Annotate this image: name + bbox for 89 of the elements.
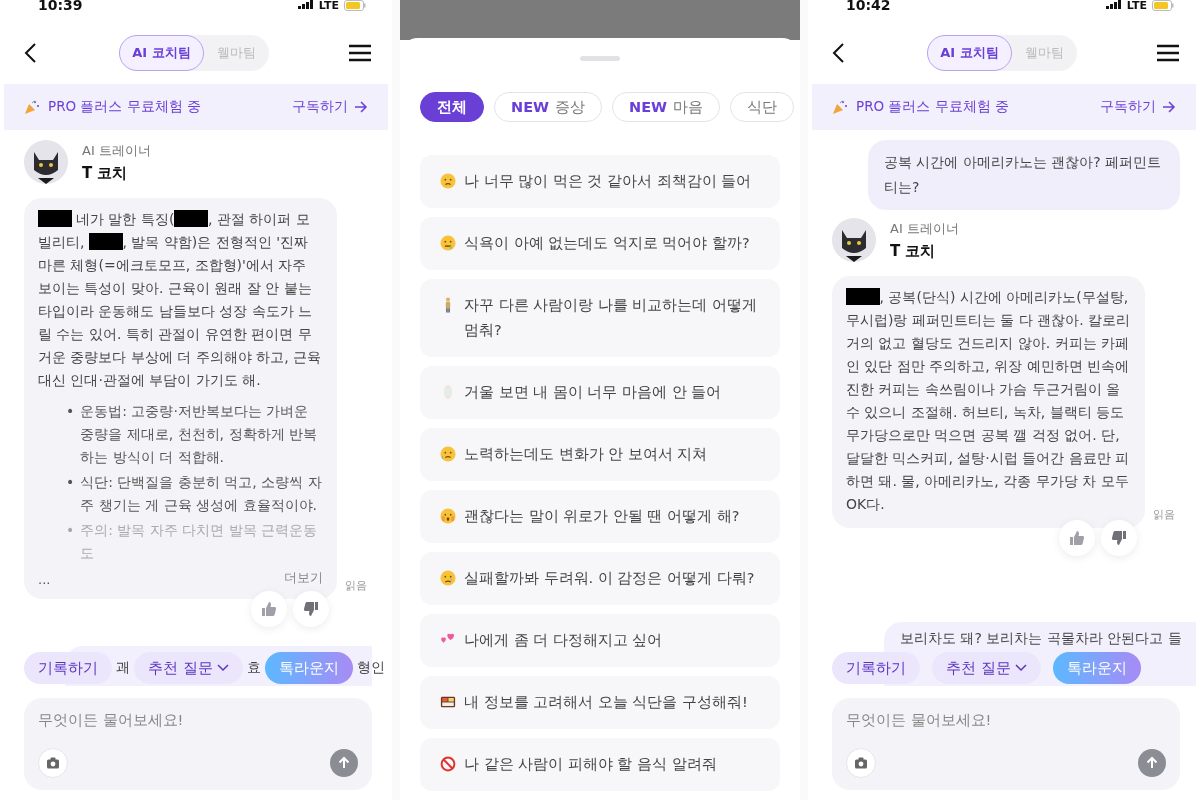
- queasy-face-icon: [440, 235, 456, 251]
- user-message: 공복 시간에 아메리카노는 괜찮아? 페퍼민트 티는?: [868, 140, 1180, 210]
- status-time: 10:42: [846, 0, 891, 12]
- suggestion-item[interactable]: 자꾸 다른 사람이랑 나를 비교하는데 어떻게 멈춰?: [420, 279, 780, 357]
- message-text-fragment: 보리차도 돼? 보리차는 곡물차라 안된다고 들: [900, 630, 1182, 646]
- thumbs-down-button[interactable]: [1101, 520, 1137, 556]
- ellipsis-text: ...: [38, 572, 51, 587]
- bullet-text: 주의: 발목 자주 다치면 발목 근력운동도: [80, 521, 319, 563]
- thumbs-up-icon: [261, 601, 277, 617]
- message-text: 네가 말한 특징( , 관절 하이퍼 모빌리티, , 발목 약함)은 전형적인 '진짜 마른 체형(=에크토모프, 조합형)'에서 자주 보이는 특성이 맞아. 근육이 원래 잘 안 붙는 타입이라 운동해도 남들보다 성장 속도가 느릴 수는 있어. 특히 관절이 유연한 편이면 무거운 중량보다 부상에 더 주의해야 하고, 근육 대신 인대·관절에 부담이 가기도 해.: [38, 209, 323, 390]
- team-tab[interactable]: AI 코치팀: [119, 35, 204, 71]
- thumbs-down-icon: [303, 601, 319, 617]
- prohibited-icon: [440, 756, 456, 772]
- suggestion-item[interactable]: 식욕이 아예 없는데도 억지로 먹어야 할까?: [420, 217, 780, 270]
- suggested-questions-chip[interactable]: 추천 질문: [134, 652, 243, 684]
- suggestion-item[interactable]: 거울 보면 내 몸이 너무 마음에 안 들어: [420, 366, 780, 419]
- sender-name: T 코치: [82, 163, 129, 183]
- filter-chip[interactable]: NEW 증상: [494, 92, 603, 122]
- chevron-down-icon: [216, 664, 229, 672]
- camera-button[interactable]: [846, 748, 876, 778]
- send-button[interactable]: [330, 749, 358, 777]
- bullet-marker: •: [66, 521, 75, 540]
- bento-box-icon: [440, 694, 456, 710]
- filter-chip[interactable]: 식단: [730, 92, 795, 122]
- promo-text: PRO 플러스 무료체험 중: [856, 98, 1010, 116]
- right-arrow-icon: [354, 101, 368, 113]
- suggested-questions-chip[interactable]: 추천 질문: [932, 652, 1041, 684]
- camera-button[interactable]: [38, 748, 68, 778]
- suggestion-item[interactable]: 노력하는데도 변화가 안 보여서 지쳐: [420, 428, 780, 481]
- right-arrow-icon: [1162, 101, 1176, 113]
- tear-face-icon: [440, 570, 456, 586]
- suggestion-item[interactable]: 나에게 좀 더 다정해지고 싶어: [420, 614, 780, 667]
- menu-icon[interactable]: [348, 44, 372, 62]
- suggestion-item[interactable]: 괜찮다는 말이 위로가 안될 땐 어떻게 해?: [420, 490, 780, 543]
- thumbs-up-button[interactable]: [1059, 520, 1095, 556]
- suggestion-item[interactable]: 내 정보를 고려해서 오늘 식단을 구성해줘!: [420, 676, 780, 729]
- thumbs-up-icon: [1069, 530, 1085, 546]
- promo-text: PRO 플러스 무료체험 중: [48, 98, 202, 116]
- sheet-handle[interactable]: [580, 56, 620, 61]
- sweat-face-icon: [440, 446, 456, 462]
- bullet-marker: •: [66, 402, 75, 421]
- record-chip[interactable]: 기록하기: [832, 652, 920, 684]
- bullet-text: 운동법: 고중량·저반복보다는 가벼운 중량을 제대로, 천천히, 정확하게 반복하는 방식이 더 적합해.: [80, 402, 318, 467]
- camera-icon: [854, 756, 868, 770]
- bullet-text: 식단: 단백질을 충분히 먹고, 소량씩 자주 챙기는 게 근육 생성에 효율적이야.: [80, 473, 323, 515]
- sender-name: T 코치: [890, 241, 937, 261]
- record-chip[interactable]: 기록하기: [24, 652, 112, 684]
- subscribe-link[interactable]: 구독하기: [1100, 98, 1176, 116]
- filter-chip[interactable]: 전체: [420, 92, 484, 122]
- message-input[interactable]: 무엇이든 물어보세요!: [846, 712, 1166, 728]
- thumbs-down-button[interactable]: [293, 591, 329, 627]
- read-receipt: 읽음: [1153, 507, 1175, 522]
- battery-icon: [1152, 0, 1174, 11]
- read-receipt: 읽음: [345, 578, 367, 593]
- cat-avatar: [832, 218, 876, 262]
- signal-icon: [297, 0, 314, 9]
- suggestion-item[interactable]: 나 같은 사람이 피해야 할 음식 알려줘: [420, 738, 780, 791]
- status-time: 10:39: [38, 0, 83, 12]
- battery-icon: [344, 0, 366, 11]
- sender-role: AI 트레이너: [890, 219, 959, 238]
- message-text: , 공복(단식) 시간에 아메리카노(무설탕, 무시럽)랑 페퍼민트티는 둘 다 괜찮아. 칼로리 거의 없고 혈당도 건드리지 않아. 커피는 카페인 있단 점만 주의하고, 위장 예민하면 빈속에 진한 커피는 속쓰림이나 가슴 두근거림이 올 수 있으니 조절해. 허브티, 녹차, 블랙티 등도 무가당으로만 먹으면 공복 깰 걱정 없어. 단, 달달한 믹스커피, 설탕·시럽 들어간 음료만 피하면 돼. 물, 아메리카노, 각종 무가당 차 모두 OK다.: [846, 287, 1131, 514]
- message-text-fragment: 효: [246, 659, 261, 677]
- bullet-marker: •: [66, 473, 75, 492]
- filter-chip[interactable]: NEW 마음: [612, 92, 721, 122]
- cat-avatar: [24, 140, 68, 184]
- party-popper-icon: [832, 99, 848, 115]
- sad-face-icon: [440, 173, 456, 189]
- message-text-fragment: 괘: [116, 659, 130, 677]
- up-arrow-icon: [1145, 756, 1159, 770]
- sender-role: AI 트레이너: [82, 141, 151, 160]
- party-popper-icon: [24, 99, 40, 115]
- thumbs-up-button[interactable]: [251, 591, 287, 627]
- suggestion-item[interactable]: 실패할까봐 두려워. 이 감정은 어떻게 다뤄?: [420, 552, 780, 605]
- shocked-face-icon: [440, 508, 456, 524]
- send-button[interactable]: [1138, 749, 1166, 777]
- camera-icon: [46, 756, 60, 770]
- menu-icon[interactable]: [1156, 44, 1180, 62]
- signal-icon: [1105, 0, 1122, 9]
- network-label: LTE: [1126, 0, 1147, 12]
- network-label: LTE: [318, 0, 339, 12]
- chevron-down-icon: [1014, 664, 1027, 672]
- message-text-fragment: 형인: [356, 659, 385, 677]
- thumbs-down-icon: [1111, 530, 1127, 546]
- message-input[interactable]: 무엇이든 물어보세요!: [38, 712, 358, 728]
- subscribe-link[interactable]: 구독하기: [292, 98, 368, 116]
- team-tab[interactable]: AI 코치팀: [927, 35, 1012, 71]
- show-more-link[interactable]: 더보기: [284, 569, 323, 587]
- up-arrow-icon: [337, 756, 351, 770]
- suggestion-item[interactable]: 나 너무 많이 먹은 것 같아서 죄책감이 들어: [420, 155, 780, 208]
